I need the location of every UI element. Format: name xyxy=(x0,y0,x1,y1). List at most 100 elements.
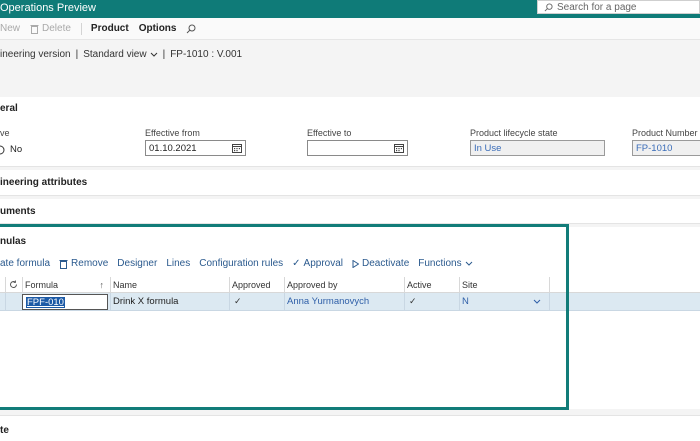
approved-by-link[interactable]: Anna Yurmanovych xyxy=(287,296,369,307)
check-icon: ✓ xyxy=(409,296,417,306)
breadcrumb-part-3: FP-1010 : V.001 xyxy=(170,49,243,60)
lines-label: Lines xyxy=(166,258,191,269)
approved-cell[interactable]: ✓ xyxy=(229,293,284,310)
grid-header: Formula ↑ Name Approved Approved by Acti… xyxy=(0,277,700,293)
name-header-label: Name xyxy=(113,279,138,290)
chevron-down-icon xyxy=(465,261,472,266)
functions-menu[interactable]: Functions xyxy=(418,258,472,269)
search-placeholder: Search for a page xyxy=(557,1,637,13)
chevron-down-icon xyxy=(150,52,157,57)
approval-button[interactable]: ✓ Approval xyxy=(292,258,343,269)
site-link[interactable]: N xyxy=(462,296,469,307)
app-header: Operations Preview Search for a page xyxy=(0,0,700,18)
refresh-column-header[interactable] xyxy=(6,277,22,292)
sort-ascending-icon: ↑ xyxy=(99,279,105,290)
documents-section[interactable]: uments xyxy=(0,199,700,224)
new-button-label: New xyxy=(0,23,21,34)
refresh-icon xyxy=(10,280,18,288)
designer-label: Designer xyxy=(117,258,158,269)
options-tab[interactable]: Options xyxy=(139,23,177,34)
trash-icon xyxy=(30,24,39,34)
create-formula-label: ate formula xyxy=(0,258,51,269)
column-header-approved[interactable]: Approved xyxy=(229,277,284,292)
formulas-toolbar: ate formula Remove Designer Lines Config… xyxy=(0,258,482,269)
table-row[interactable]: FPF-010 Drink X formula ✓ Anna Yurmanovy… xyxy=(0,293,700,311)
remove-button[interactable]: Remove xyxy=(59,258,108,269)
approved-by-cell[interactable]: Anna Yurmanovych xyxy=(284,293,404,310)
delete-button[interactable]: Delete xyxy=(30,23,71,34)
page-search-input[interactable]: Search for a page xyxy=(537,0,700,14)
configuration-rules-label: Configuration rules xyxy=(199,258,284,269)
engineering-attributes-section[interactable]: ineering attributes xyxy=(0,170,700,196)
formula-header-label: Formula xyxy=(25,279,59,290)
deactivate-label: Deactivate xyxy=(362,258,410,269)
column-header-name[interactable]: Name xyxy=(110,277,229,292)
check-icon: ✓ xyxy=(292,258,301,269)
calendar-icon[interactable] xyxy=(394,143,404,153)
bottom-section[interactable]: te xyxy=(0,415,700,441)
approved-header-label: Approved xyxy=(232,279,271,290)
product-tab[interactable]: Product xyxy=(91,23,129,34)
active-label: ve xyxy=(0,128,10,138)
designer-button[interactable]: Designer xyxy=(117,258,157,269)
formula-cell-value: FPF-010 xyxy=(26,296,65,308)
lifecycle-field[interactable]: In Use xyxy=(470,140,605,156)
trash-icon xyxy=(59,259,68,269)
name-cell-value: Drink X formula xyxy=(113,296,179,307)
column-header-formula[interactable]: Formula ↑ xyxy=(22,277,110,292)
view-selector[interactable]: Standard view xyxy=(83,49,157,60)
delete-button-label: Delete xyxy=(42,23,71,34)
calendar-icon[interactable] xyxy=(232,143,242,153)
breadcrumb-separator: | xyxy=(162,49,166,60)
product-number-value: FP-1010 xyxy=(636,142,673,154)
breadcrumb-separator: | xyxy=(75,49,79,60)
lifecycle-label: Product lifecycle state xyxy=(470,128,558,138)
engineering-attributes-title: ineering attributes xyxy=(0,177,88,188)
effective-from-field[interactable]: 01.10.2021 xyxy=(145,140,246,156)
divider xyxy=(80,22,82,35)
column-header-site[interactable]: Site xyxy=(459,277,549,292)
view-selector-label: Standard view xyxy=(83,49,147,60)
new-button[interactable]: New xyxy=(0,23,20,34)
product-number-label: Product Number xyxy=(632,128,698,138)
approval-label: Approval xyxy=(303,258,344,269)
action-pane: New Delete Product Options xyxy=(0,18,700,40)
effective-from-value: 01.10.2021 xyxy=(149,142,197,154)
formulas-section: nulas ate formula Remove Designer Lines … xyxy=(0,227,700,409)
app-title: Operations Preview xyxy=(0,2,96,14)
effective-to-field[interactable] xyxy=(307,140,408,156)
column-divider xyxy=(549,293,550,310)
product-number-field[interactable]: FP-1010 xyxy=(632,140,700,156)
active-toggle[interactable]: No xyxy=(0,144,22,155)
create-formula-button[interactable]: ate formula xyxy=(0,258,50,269)
column-divider xyxy=(549,277,550,292)
column-header-approved-by[interactable]: Approved by xyxy=(284,277,404,292)
approved-by-header-label: Approved by xyxy=(287,279,338,290)
name-cell[interactable]: Drink X formula xyxy=(110,293,229,310)
formulas-section-title[interactable]: nulas xyxy=(0,236,26,247)
breadcrumb-part-1: ineering version xyxy=(0,49,71,60)
configuration-rules-button[interactable]: Configuration rules xyxy=(199,258,283,269)
play-icon xyxy=(352,259,360,268)
general-section-title[interactable]: eral xyxy=(0,103,18,114)
deactivate-button[interactable]: Deactivate xyxy=(352,258,409,269)
active-cell[interactable]: ✓ xyxy=(404,293,459,310)
lines-button[interactable]: Lines xyxy=(166,258,190,269)
lifecycle-value: In Use xyxy=(474,142,502,154)
general-section: eral ve No Effective from 01.10.2021 Eff… xyxy=(0,97,700,167)
bottom-section-title: te xyxy=(0,425,9,436)
toggle-icon xyxy=(0,145,5,154)
effective-to-label: Effective to xyxy=(307,128,352,138)
product-tab-label: Product xyxy=(90,23,129,34)
remove-label: Remove xyxy=(71,258,109,269)
functions-label: Functions xyxy=(418,258,462,269)
chevron-down-icon[interactable] xyxy=(533,299,541,305)
column-header-active[interactable]: Active xyxy=(404,277,459,292)
check-icon: ✓ xyxy=(234,296,242,306)
site-cell[interactable]: N xyxy=(459,293,549,310)
site-header-label: Site xyxy=(462,279,478,290)
formula-cell-input[interactable]: FPF-010 xyxy=(22,294,108,310)
effective-from-label: Effective from xyxy=(145,128,200,138)
find-button[interactable] xyxy=(186,24,196,34)
breadcrumb: ineering version | Standard view | FP-10… xyxy=(0,49,242,60)
